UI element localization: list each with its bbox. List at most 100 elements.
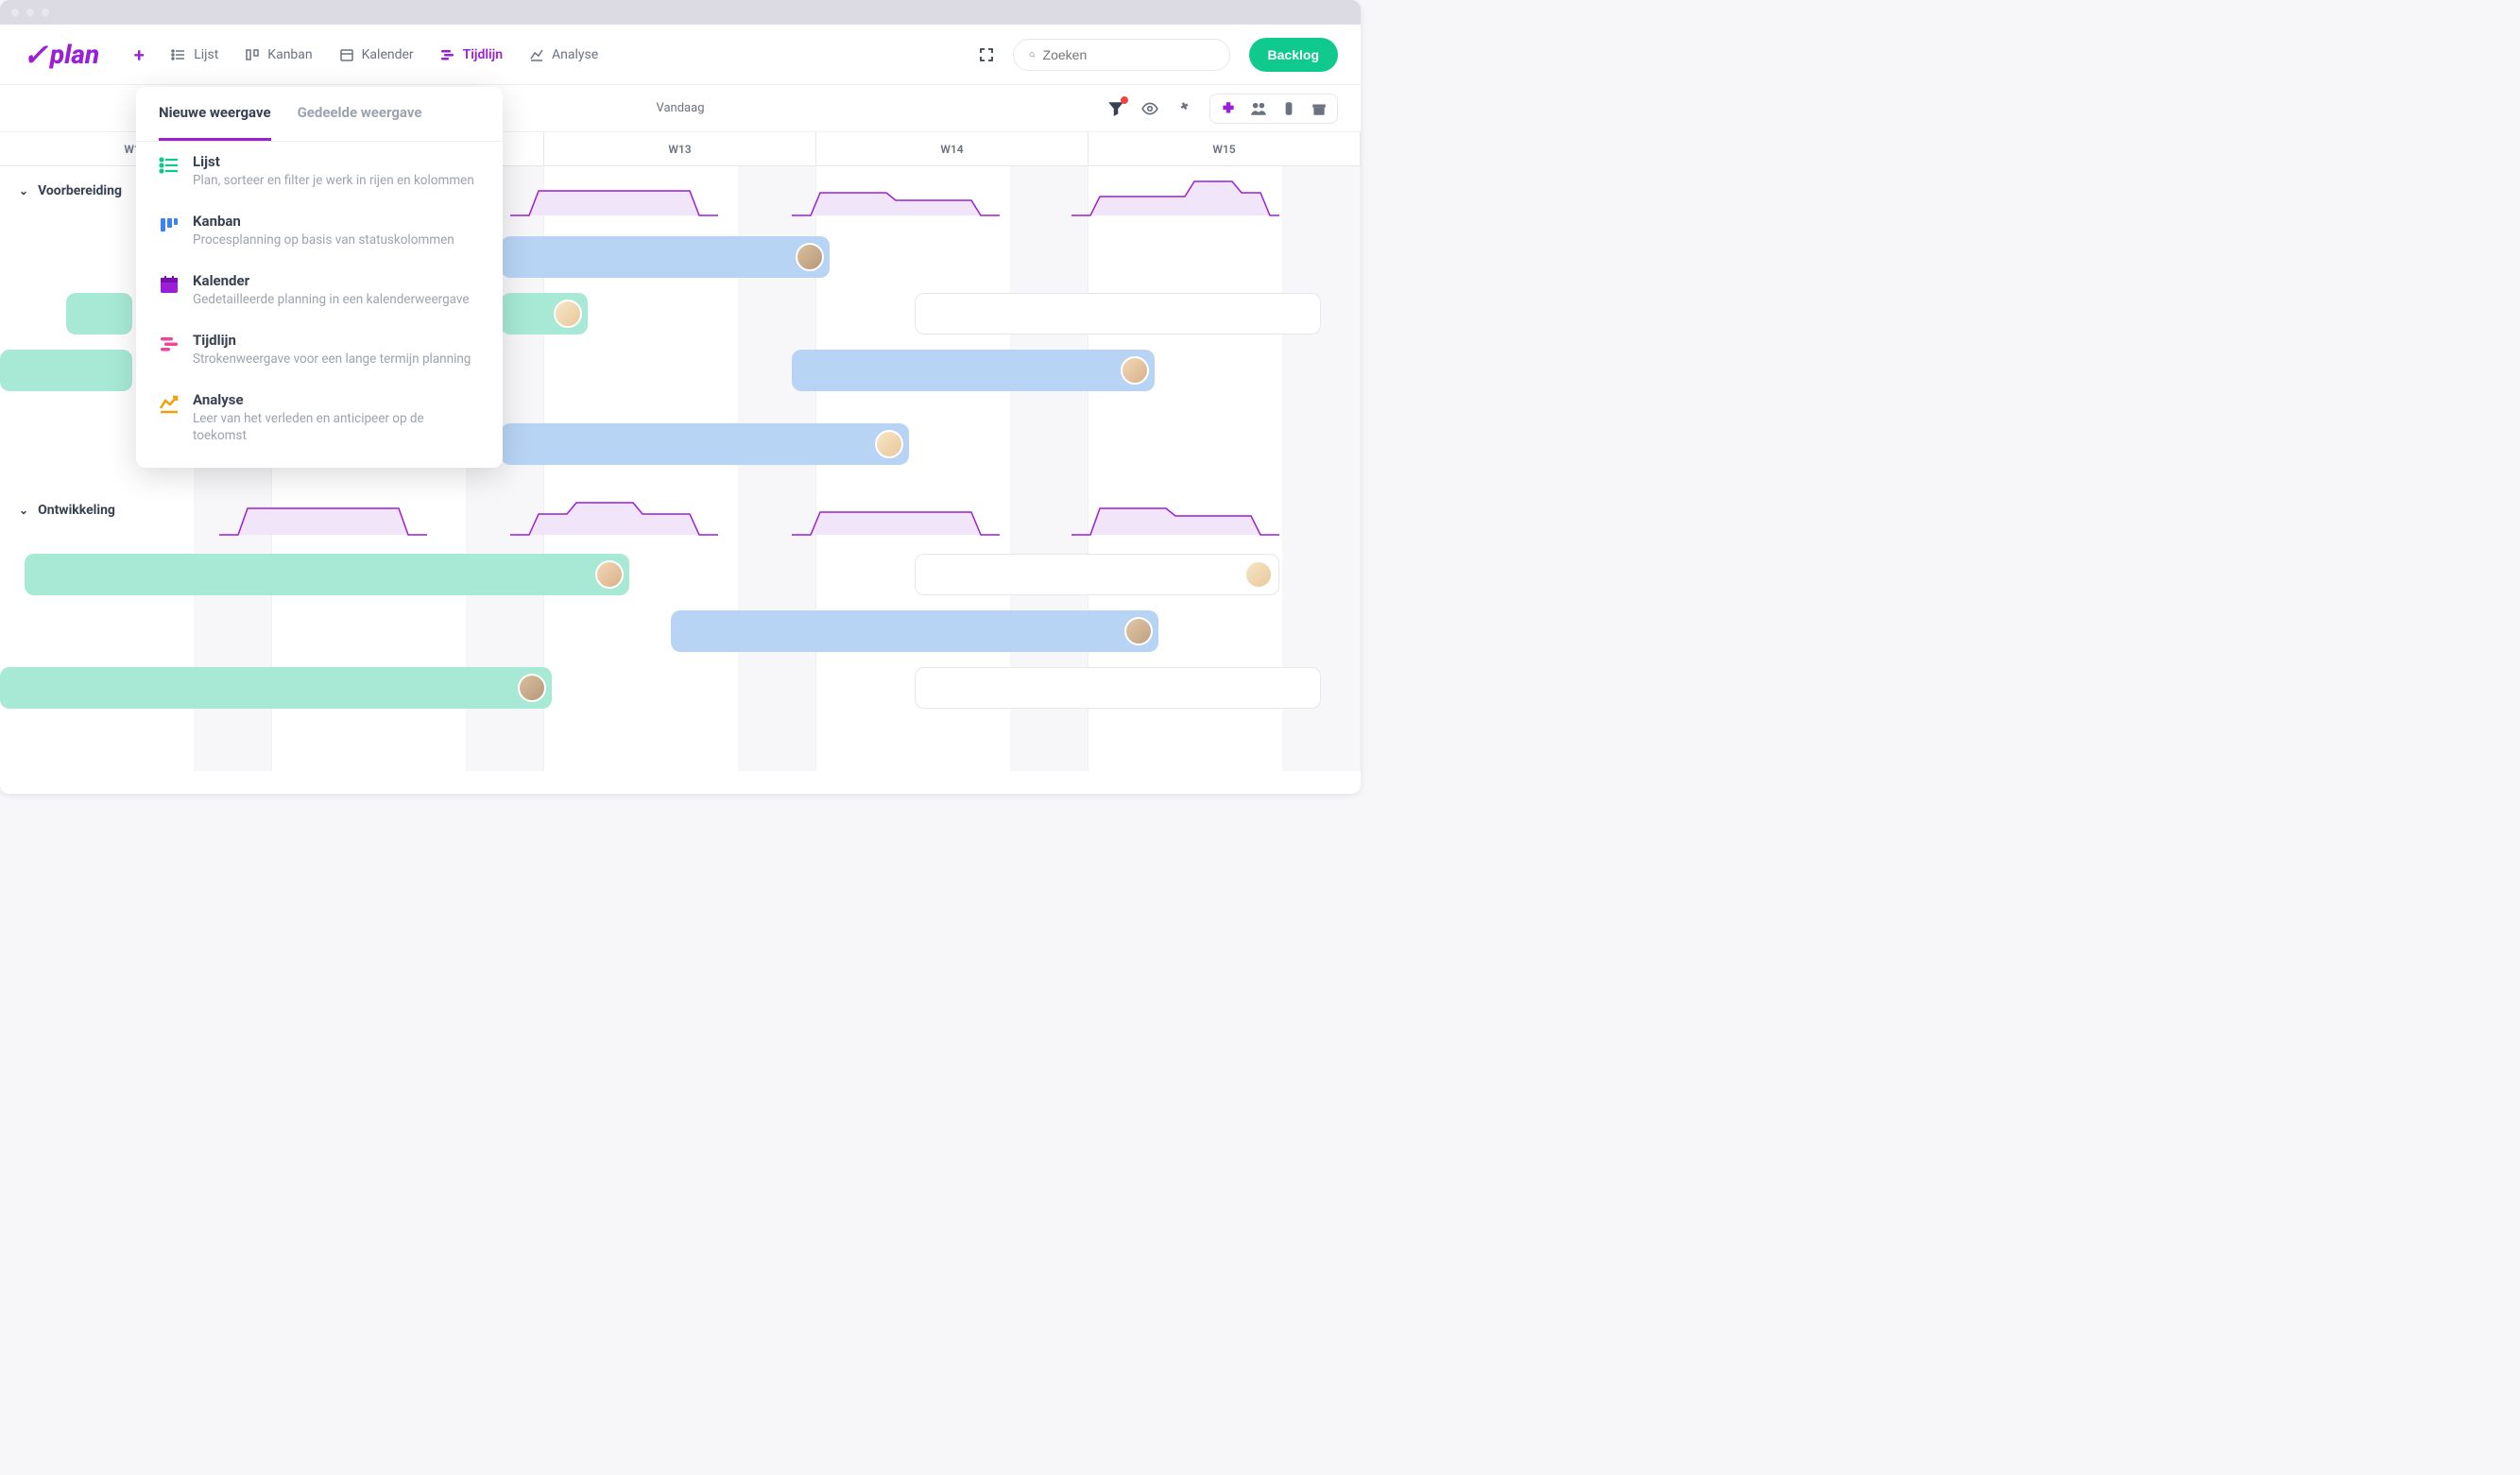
timeline-bar[interactable] <box>915 293 1321 334</box>
section-header-voorbereiding[interactable]: ⌄ Voorbereiding <box>19 183 122 198</box>
timeline-bar[interactable] <box>501 423 909 465</box>
dropdown-item-title: Kanban <box>193 213 480 230</box>
dropdown-tabs: Nieuwe weergave Gedeelde weergave <box>136 87 503 142</box>
chart-icon <box>159 393 180 414</box>
search-box[interactable] <box>1013 39 1230 71</box>
dropdown-tab-new[interactable]: Nieuwe weergave <box>159 87 271 141</box>
avatar <box>595 560 624 589</box>
add-view-dropdown: Nieuwe weergave Gedeelde weergave Lijst … <box>136 87 503 468</box>
view-tab-label: Tijdlijn <box>463 47 503 62</box>
plugin-icon[interactable] <box>1220 100 1237 117</box>
dropdown-item-desc: Strokenweergave voor een lange termijn p… <box>193 351 480 369</box>
dropdown-item-title: Lijst <box>193 153 480 170</box>
view-tab-label: Kalender <box>362 47 414 62</box>
search-input[interactable] <box>1043 47 1214 62</box>
nav-right: Backlog <box>979 38 1338 72</box>
week-cell: W13 <box>544 132 816 165</box>
capacity-chart <box>510 493 718 539</box>
calendar-icon <box>159 274 180 295</box>
window-dot <box>11 9 19 16</box>
tools-icon[interactable] <box>1175 100 1192 117</box>
view-tab-label: Kanban <box>267 47 312 62</box>
view-tab-tijdlijn[interactable]: Tijdlijn <box>440 47 503 62</box>
capacity-chart <box>510 174 718 219</box>
view-tab-kanban[interactable]: Kanban <box>245 47 312 62</box>
timeline-bar[interactable] <box>915 667 1321 709</box>
backlog-button[interactable]: Backlog <box>1249 38 1338 72</box>
view-tabs: Lijst Kanban Kalender Tijdlijn Analyse <box>171 47 598 62</box>
week-cell: W15 <box>1089 132 1361 165</box>
capacity-chart <box>1071 174 1279 219</box>
capacity-chart <box>219 493 427 539</box>
filter-icon[interactable] <box>1107 100 1124 117</box>
section-header-ontwikkeling[interactable]: ⌄ Ontwikkeling <box>19 503 115 518</box>
kanban-icon <box>159 214 180 235</box>
filter-active-dot <box>1121 96 1128 104</box>
view-tab-kalender[interactable]: Kalender <box>339 47 414 62</box>
today-label[interactable]: Vandaag <box>656 101 704 115</box>
toolbar-icons <box>1107 94 1338 124</box>
avatar <box>796 243 824 271</box>
nav-bar: ✓plan + Lijst Kanban Kalender Tijdlijn <box>0 25 1361 85</box>
list-icon <box>159 155 180 176</box>
window-dot <box>26 9 34 16</box>
dropdown-item-tijdlijn[interactable]: Tijdlijn Strokenweergave voor een lange … <box>136 320 503 380</box>
dropdown-tab-shared[interactable]: Gedeelde weergave <box>298 87 422 141</box>
timeline-bar[interactable] <box>501 293 588 334</box>
avatar <box>1124 617 1153 645</box>
avatar <box>554 300 582 328</box>
dropdown-item-desc: Gedetailleerde planning in een kalenderw… <box>193 291 480 309</box>
view-tab-label: Lijst <box>194 47 218 62</box>
dropdown-item-kalender[interactable]: Kalender Gedetailleerde planning in een … <box>136 261 503 320</box>
dropdown-item-kanban[interactable]: Kanban Procesplanning op basis van statu… <box>136 201 503 261</box>
section-label: Ontwikkeling <box>38 503 115 518</box>
capacity-chart <box>1071 493 1279 539</box>
avatar <box>518 674 546 702</box>
search-icon <box>1029 47 1036 62</box>
add-view-button[interactable]: + <box>126 42 152 68</box>
timeline-icon <box>159 334 180 354</box>
kanban-icon <box>245 47 260 62</box>
view-options-group <box>1209 94 1338 124</box>
dropdown-item-title: Tijdlijn <box>193 332 480 349</box>
team-icon[interactable] <box>1250 100 1267 117</box>
timeline-bar[interactable] <box>915 554 1279 595</box>
timeline-icon <box>440 47 455 62</box>
logo-check-icon: ✓ <box>23 37 48 73</box>
list-icon <box>171 47 186 62</box>
resource-icon[interactable] <box>1280 100 1297 117</box>
app-window: ✓plan + Lijst Kanban Kalender Tijdlijn <box>0 0 1361 794</box>
archive-icon[interactable] <box>1311 100 1328 117</box>
capacity-chart <box>792 174 1000 219</box>
view-tab-analyse[interactable]: Analyse <box>529 47 598 62</box>
chart-icon <box>529 47 544 62</box>
chevron-down-icon: ⌄ <box>19 184 28 197</box>
week-cell: W14 <box>816 132 1089 165</box>
dropdown-item-title: Analyse <box>193 391 480 408</box>
timeline-bar[interactable] <box>25 554 629 595</box>
visibility-icon[interactable] <box>1141 100 1158 117</box>
window-dot <box>42 9 49 16</box>
dropdown-item-desc: Procesplanning op basis van statuskolomm… <box>193 232 480 249</box>
timeline-bar[interactable] <box>501 236 830 278</box>
timeline-bar[interactable] <box>671 610 1158 652</box>
dropdown-item-analyse[interactable]: Analyse Leer van het verleden en anticip… <box>136 380 503 457</box>
timeline-bar[interactable] <box>0 350 132 391</box>
timeline-bar[interactable] <box>0 667 552 709</box>
dropdown-item-lijst[interactable]: Lijst Plan, sorteer en filter je werk in… <box>136 142 503 201</box>
dropdown-item-desc: Leer van het verleden en anticipeer op d… <box>193 410 480 446</box>
timeline-bar[interactable] <box>66 293 132 334</box>
avatar <box>1244 560 1273 589</box>
fullscreen-icon[interactable] <box>979 47 994 62</box>
window-title-bar <box>0 0 1361 25</box>
chevron-down-icon: ⌄ <box>19 504 28 517</box>
logo[interactable]: ✓plan <box>23 37 99 73</box>
timeline-bar[interactable] <box>792 350 1155 391</box>
section-label: Voorbereiding <box>38 183 122 198</box>
view-tab-label: Analyse <box>552 47 598 62</box>
view-tab-lijst[interactable]: Lijst <box>171 47 218 62</box>
dropdown-item-desc: Plan, sorteer en filter je werk in rijen… <box>193 172 480 190</box>
avatar <box>1121 356 1149 385</box>
capacity-chart <box>792 493 1000 539</box>
calendar-icon <box>339 47 354 62</box>
